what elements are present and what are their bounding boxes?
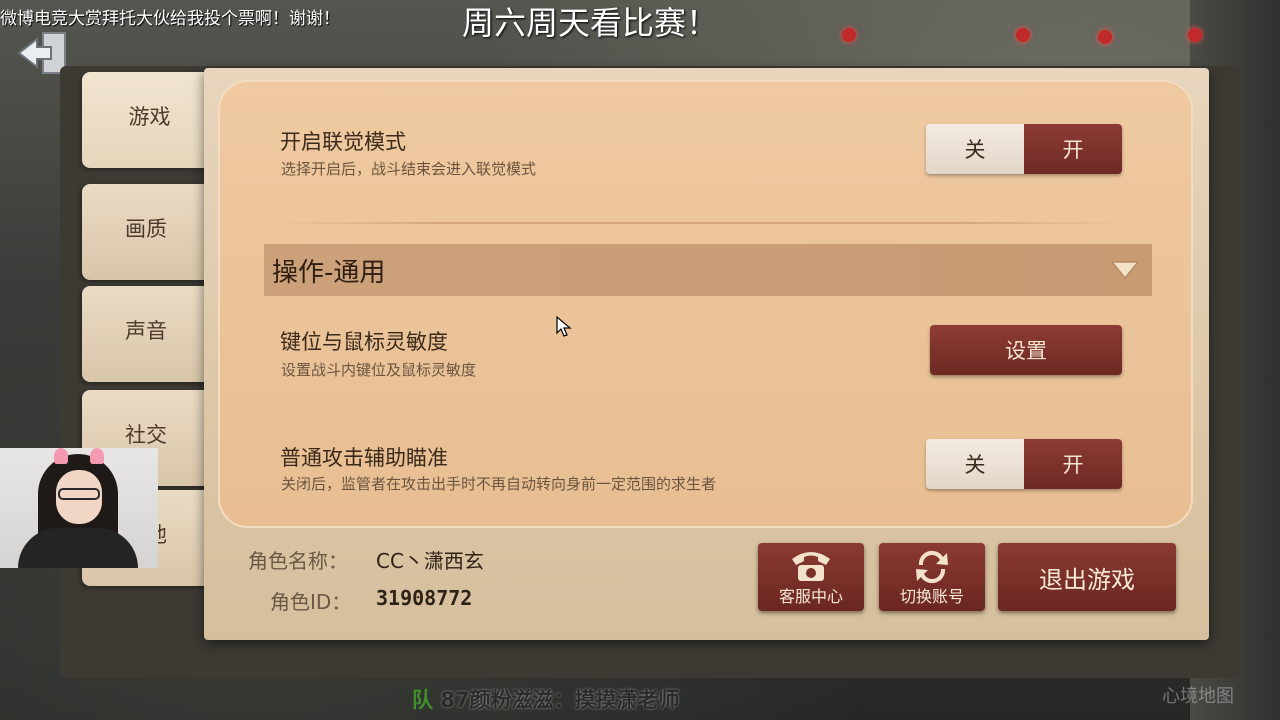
character-name-label: 角色名称： (248, 549, 348, 573)
map-label: 心境地图 (1162, 686, 1234, 707)
character-id-label: 角色ID： (270, 590, 352, 614)
aim-assist-toggle[interactable]: 关 开 (926, 439, 1122, 489)
aim-assist-description: 关闭后，监管者在攻击出手时不再自动转向身前一定范围的求生者 (281, 475, 717, 493)
webcam-figure (90, 448, 104, 464)
mouse-cursor-icon (556, 316, 572, 337)
decor-light (842, 28, 856, 42)
telephone-icon (792, 552, 830, 581)
webcam-figure (58, 488, 100, 500)
webcam-figure (18, 528, 138, 568)
tab-label: 声音 (125, 319, 167, 343)
linked-mode-title: 开启联觉模式 (280, 130, 406, 154)
streamer-webcam (0, 448, 158, 568)
toggle-off-option[interactable]: 关 (926, 439, 1024, 489)
tab-game[interactable]: 游戏 (82, 72, 217, 168)
exit-game-button[interactable]: 退出游戏 (998, 543, 1176, 611)
collapse-triangle-icon (1110, 261, 1140, 280)
switch-account-label: 切换账号 (899, 587, 964, 606)
chat-channel-tag: 队 (412, 688, 433, 712)
tab-label: 画质 (125, 217, 167, 241)
tab-graphics[interactable]: 画质 (82, 184, 210, 280)
linked-mode-toggle[interactable]: 关 开 (926, 124, 1122, 174)
section-header-controls[interactable]: 操作-通用 (264, 244, 1152, 296)
tab-sound[interactable]: 声音 (82, 286, 210, 382)
customer-service-button[interactable]: 客服中心 (758, 543, 864, 611)
aim-assist-title: 普通攻击辅助瞄准 (280, 446, 448, 470)
chat-message-text: 87颜粉滋滋：摸摸潇老师 (440, 688, 680, 712)
section-divider (280, 222, 1122, 224)
section-header-label: 操作-通用 (272, 257, 386, 288)
decor-light (1188, 28, 1202, 42)
character-id-value: 31908772 (376, 586, 473, 610)
toggle-on-option[interactable]: 开 (1024, 439, 1122, 489)
customer-service-label: 客服中心 (778, 587, 843, 606)
keybind-title: 键位与鼠标灵敏度 (280, 330, 448, 354)
switch-account-button[interactable]: 切换账号 (879, 543, 985, 611)
chat-message: 队 87颜粉滋滋：摸摸潇老师 (412, 684, 680, 714)
toggle-off-option[interactable]: 关 (926, 124, 1024, 174)
character-name-value: CC丶潇西玄 (376, 549, 484, 573)
tab-label: 游戏 (128, 105, 171, 129)
webcam-figure (54, 448, 68, 464)
refresh-arrows-icon (916, 550, 948, 584)
linked-mode-description: 选择开启后，战斗结束会进入联觉模式 (281, 160, 537, 178)
keybind-description: 设置战斗内键位及鼠标灵敏度 (281, 361, 477, 379)
keybind-settings-button[interactable]: 设置 (930, 325, 1122, 375)
stream-headline-text: 周六周天看比赛！ (462, 4, 719, 42)
toggle-on-option[interactable]: 开 (1024, 124, 1122, 174)
decor-light (1098, 30, 1112, 44)
decor-light (1016, 28, 1030, 42)
